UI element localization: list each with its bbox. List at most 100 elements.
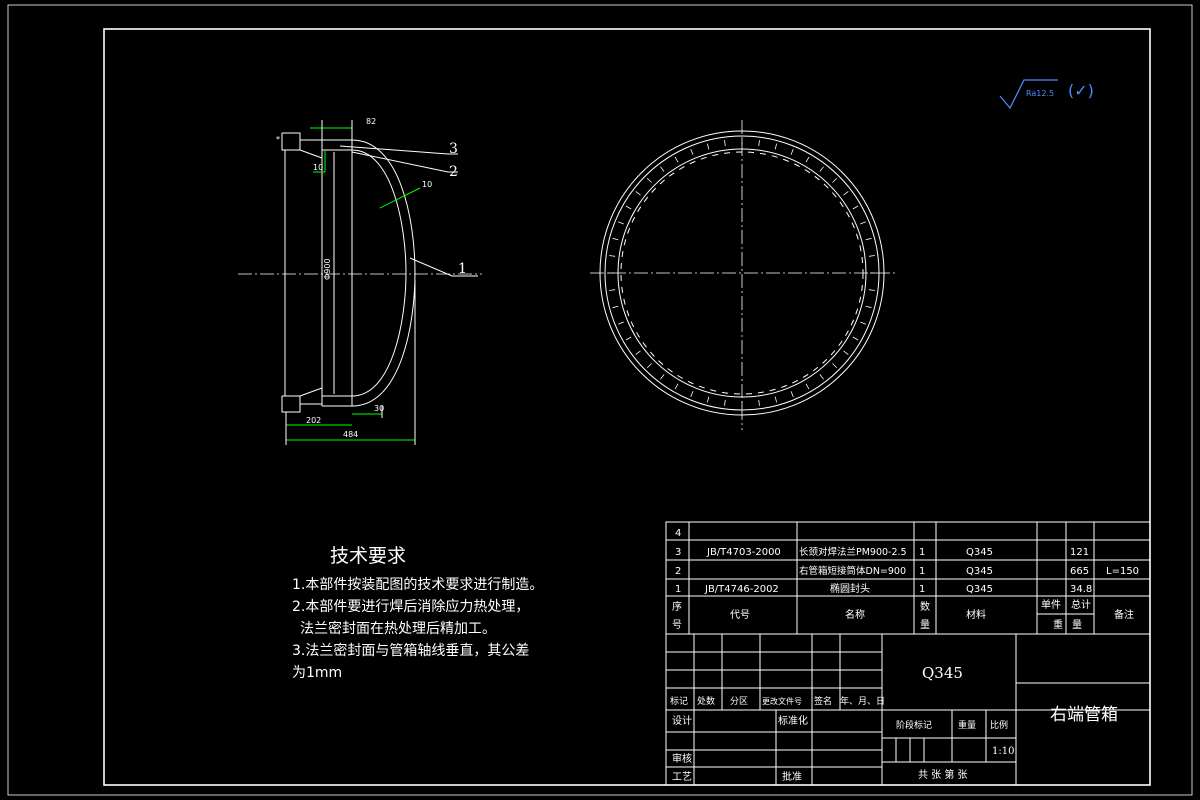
bom-code: JB/T4746-2002 — [704, 584, 779, 595]
ring-tick — [868, 289, 875, 291]
ring-tick — [790, 391, 794, 397]
tech-line-1: 1.本部件按装配图的技术要求进行制造。 — [292, 577, 543, 593]
ring-tick — [860, 221, 866, 225]
bom-qty: 1 — [919, 566, 925, 577]
ring-tick — [819, 374, 824, 380]
ring-tick — [706, 143, 710, 150]
ring-tick — [609, 255, 616, 257]
ring-tick — [646, 177, 652, 183]
tech-title: 技术要求 — [330, 545, 406, 567]
side-view: Φ900 82 10 10 202 30 484 * 3 2 1 — [238, 117, 482, 445]
inner-frame — [103, 28, 1151, 786]
header-no-2: 号 — [672, 619, 682, 631]
header-qty-2: 量 — [920, 619, 930, 631]
tech-line-4: 3.法兰密封面与管箱轴线垂直，其公差 — [292, 642, 529, 659]
header-weight-2: 量 — [1072, 619, 1082, 631]
bom-no: 2 — [675, 566, 681, 577]
bom-material: Q345 — [966, 547, 993, 558]
tech-line-2: 2.本部件要进行焊后消除应力热处理， — [292, 598, 529, 615]
ring-tick — [724, 399, 726, 406]
tech-requirements: 技术要求 1.本部件按装配图的技术要求进行制造。 2.本部件要进行焊后消除应力热… — [292, 545, 543, 681]
ring-tick — [690, 149, 694, 155]
dim-bottom-right: 30 — [374, 404, 384, 413]
ring-tick — [758, 399, 760, 406]
bom-qty: 1 — [919, 547, 925, 558]
balloon-3: 3 — [449, 141, 458, 157]
ring-tick — [758, 140, 760, 147]
ring-tick — [635, 191, 641, 196]
ring-tick — [618, 321, 624, 325]
header-material: 材料 — [966, 608, 986, 621]
ring-tick — [625, 205, 632, 210]
balloon-2: 2 — [449, 164, 458, 180]
change-mark: 标记 — [670, 695, 688, 707]
ring-tick — [805, 383, 810, 390]
header-weight-1: 重 — [1053, 618, 1063, 631]
ring-tick — [660, 166, 665, 172]
header-total: 总计 — [1071, 598, 1091, 611]
ring-tick — [860, 321, 866, 325]
change-doc: 更改文件号 — [762, 696, 802, 706]
ring-tick — [609, 289, 616, 291]
ring-tick — [852, 205, 859, 210]
change-sign: 签名 — [814, 695, 832, 707]
tech-line-3: 法兰密封面在热处理后精加工。 — [300, 620, 496, 637]
ring-tick — [843, 350, 849, 355]
bom-row: 3 JB/T4703-2000 长颈对焊法兰PM900-2.5 1 Q345 1… — [675, 546, 1089, 558]
bom-code: JB/T4703-2000 — [706, 547, 781, 558]
bom-no: 4 — [675, 528, 681, 539]
balloon-1: 1 — [458, 261, 467, 277]
ring-tick — [690, 391, 694, 397]
ring-tick — [774, 396, 778, 403]
dim-left-small: 10 — [313, 163, 323, 172]
roughness-symbol: Ra12.5 (✓) — [999, 79, 1094, 110]
header-code: 代号 — [730, 609, 750, 621]
bom-total: 121 — [1070, 547, 1089, 558]
label-review: 审核 — [672, 752, 692, 765]
tech-line-5: 为1mm — [292, 665, 342, 681]
label-standardize: 标准化 — [778, 714, 808, 727]
bom-table: 4 3 JB/T4703-2000 长颈对焊法兰PM900-2.5 1 Q345… — [665, 521, 1151, 635]
bom-row: 2 右管箱短接筒体DN=900 1 Q345 665 L=150 — [675, 565, 1139, 577]
header-unit: 单件 — [1041, 599, 1061, 611]
ring-tick — [724, 140, 726, 147]
header-note: 备注 — [1114, 608, 1134, 621]
label-scale: 比例 — [990, 719, 1008, 731]
bom-row: 1 JB/T4746-2002 椭圆封头 1 Q345 34.8 — [675, 582, 1092, 595]
ring-tick — [674, 383, 679, 390]
cad-drawing: Ra12.5 (✓) Φ900 82 10 10 202 30 484 * 3 … — [7, 4, 1193, 796]
ring-tick — [805, 156, 810, 163]
bom-total: 665 — [1070, 566, 1089, 577]
ring-tick — [612, 305, 619, 309]
ring-tick — [865, 237, 872, 241]
ring-tick — [774, 143, 778, 150]
roughness-note: (✓) — [1068, 81, 1094, 100]
dim-diameter: Φ900 — [323, 258, 332, 280]
bom-note: L=150 — [1106, 566, 1139, 577]
ring-tick — [790, 149, 794, 155]
end-view — [590, 120, 895, 430]
ring-tick — [819, 166, 824, 172]
dim-top: 82 — [366, 117, 376, 126]
bom-row: 4 — [675, 528, 681, 539]
ring-tick — [612, 237, 619, 241]
header-name: 名称 — [845, 608, 865, 621]
dim-overall: 484 — [343, 430, 358, 439]
scale-value: 1:10 — [992, 746, 1014, 757]
roughness-value: Ra12.5 — [1026, 89, 1054, 98]
ring-tick — [625, 336, 632, 341]
bom-material: Q345 — [966, 566, 993, 577]
ring-tick — [706, 396, 710, 403]
bom-name: 右管箱短接筒体DN=900 — [799, 565, 906, 577]
ring-tick — [646, 363, 652, 369]
bom-no: 1 — [675, 584, 681, 595]
bom-name: 长颈对焊法兰PM900-2.5 — [799, 546, 907, 558]
label-weight: 重量 — [958, 719, 976, 731]
bom-total: 34.8 — [1070, 584, 1092, 595]
bom-name: 椭圆封头 — [830, 582, 870, 595]
ring-tick — [832, 177, 838, 183]
change-date: 年、月、日 — [840, 695, 885, 707]
ring-tick — [674, 156, 679, 163]
label-design: 设计 — [672, 714, 692, 727]
dim-thickness: 10 — [422, 180, 432, 189]
